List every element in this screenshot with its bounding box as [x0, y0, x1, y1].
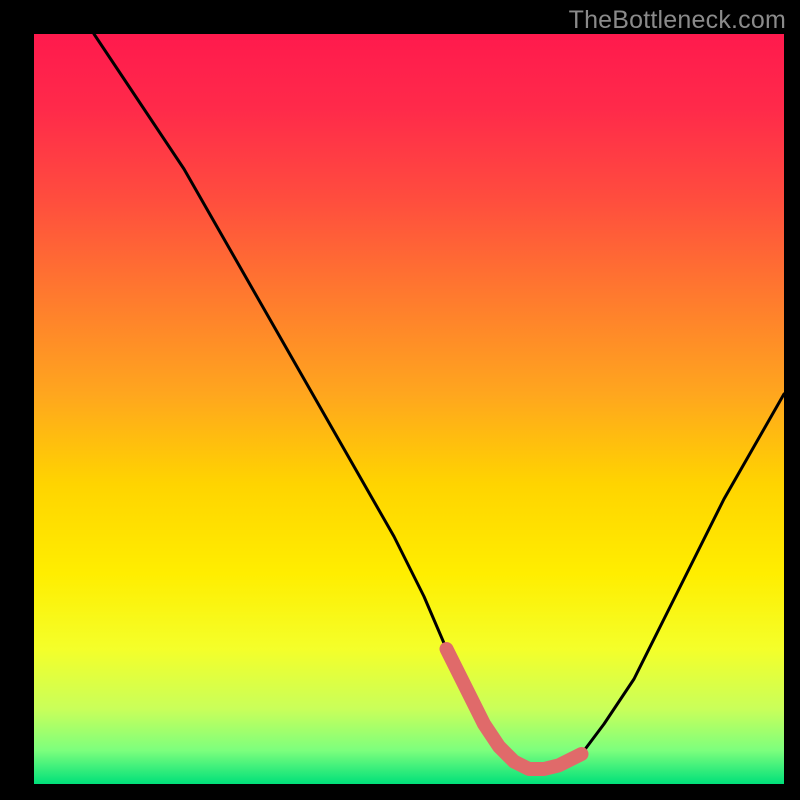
curve-layer [34, 34, 784, 784]
optimal-flat-region [447, 649, 582, 769]
plot-area [34, 34, 784, 784]
chart-frame: TheBottleneck.com [0, 0, 800, 800]
bottleneck-curve [94, 34, 784, 769]
watermark-text: TheBottleneck.com [569, 6, 786, 35]
